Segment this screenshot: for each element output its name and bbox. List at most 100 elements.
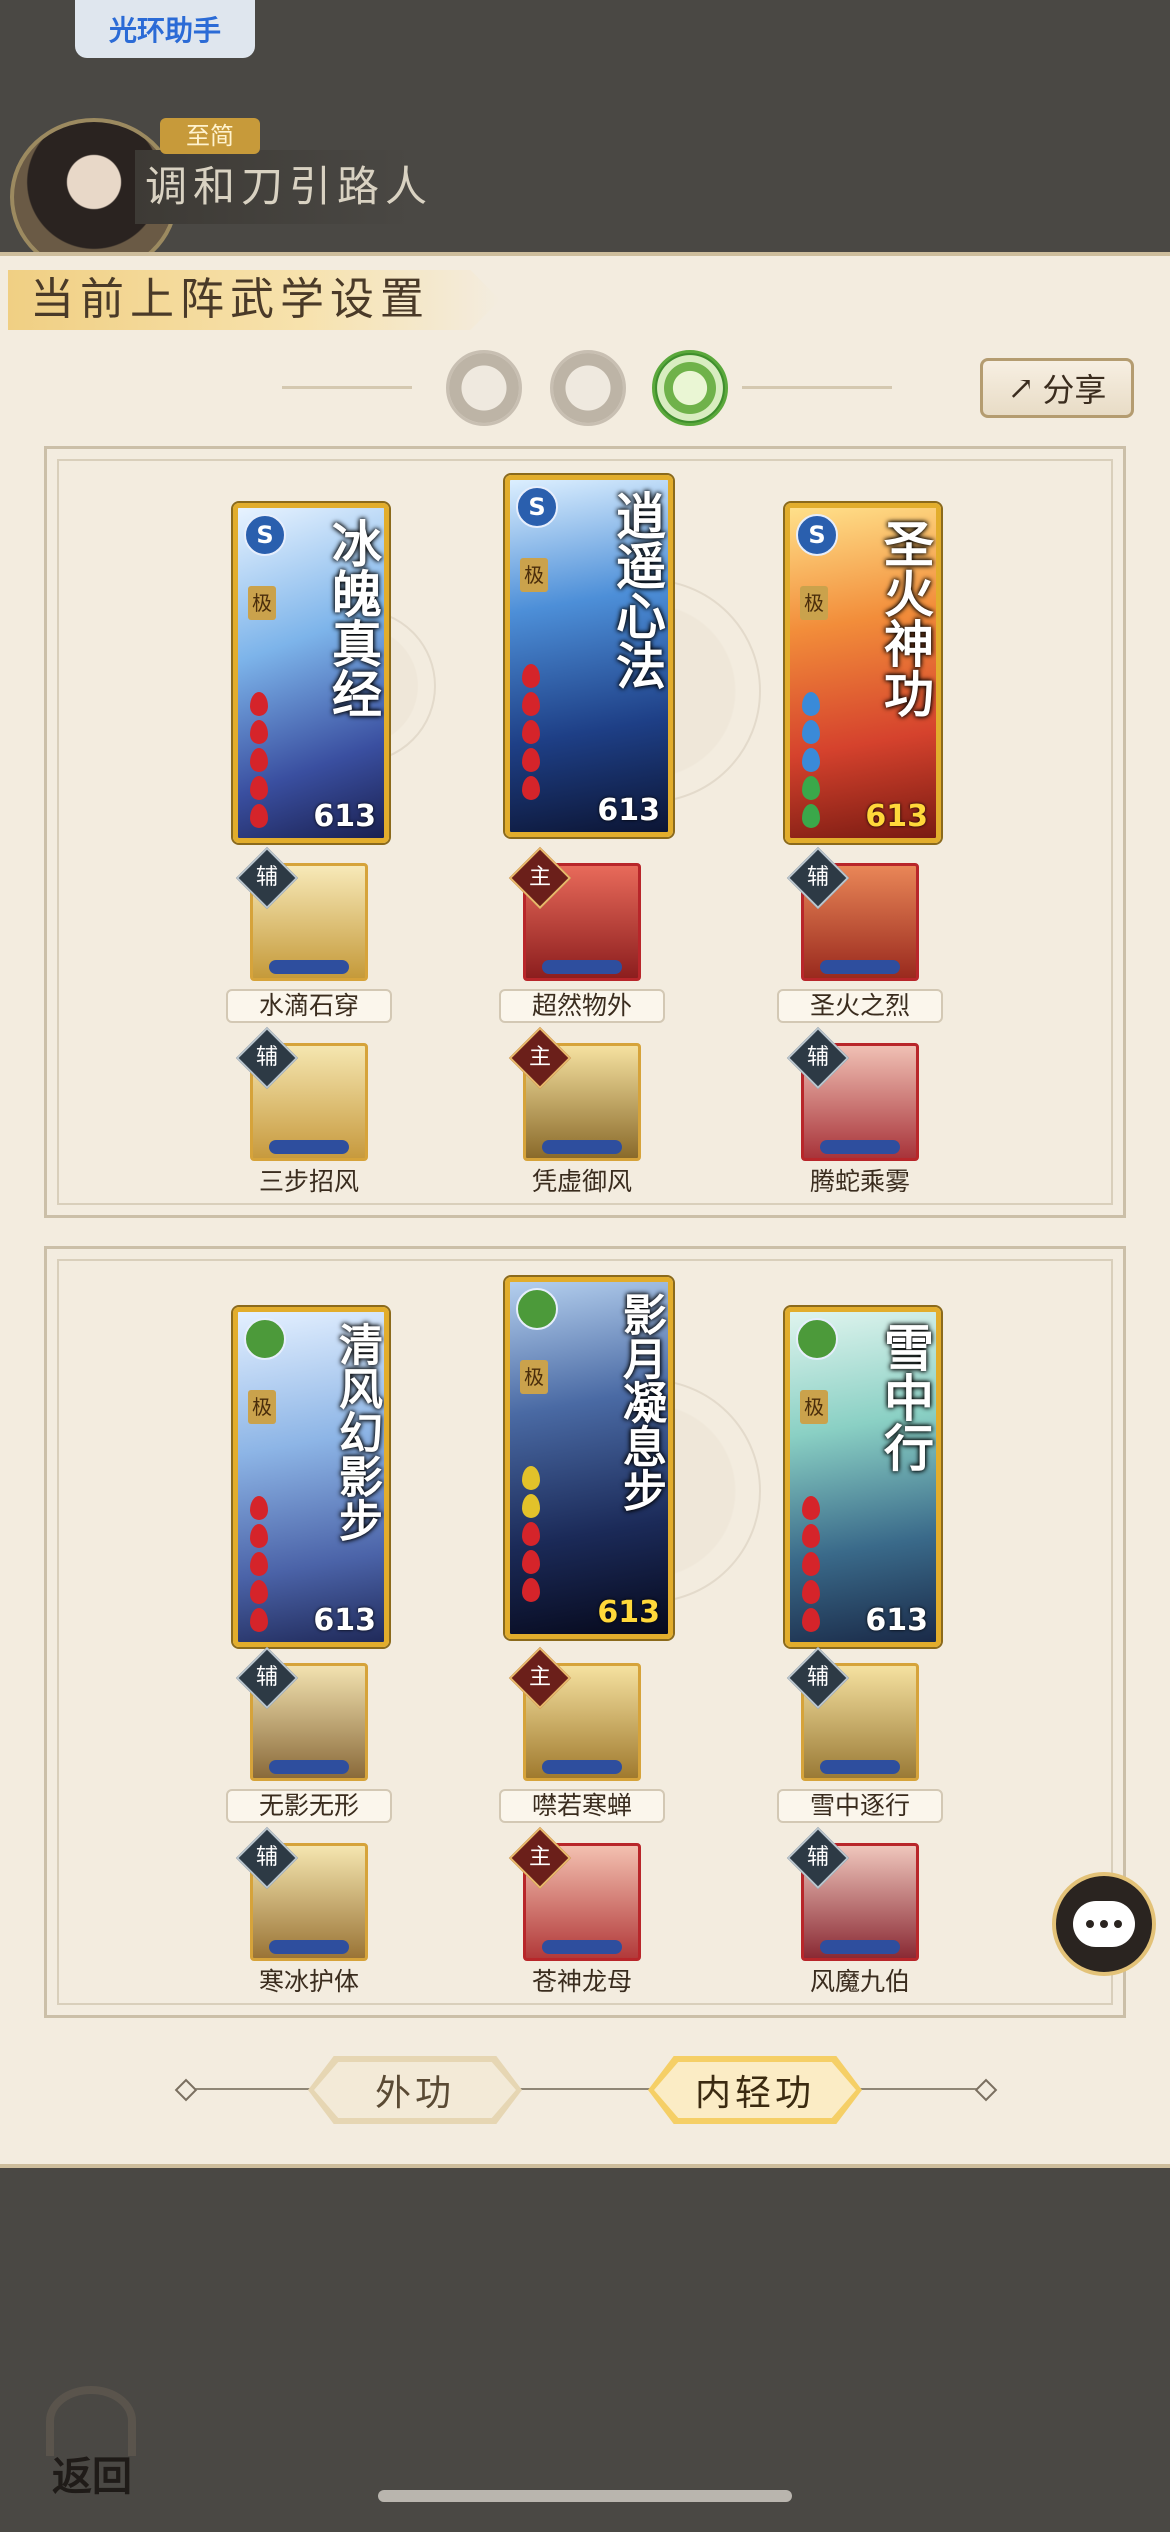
- skill-slot[interactable]: 辅: [235, 1026, 368, 1161]
- skill-label: 风魔九伯: [809, 1967, 910, 1996]
- support-tag: 辅: [786, 1826, 850, 1890]
- grade-badge: 极: [248, 586, 276, 620]
- grade-badge: 极: [520, 558, 548, 592]
- card-level: 613: [865, 1603, 928, 1638]
- martial-arts-panel: 当前上阵武学设置 ↗ 分享 S 极 冰魄真经 613 S 极 逍遥心法 613: [0, 252, 1170, 2168]
- tab-label: 外功: [374, 2073, 455, 2114]
- divider: [282, 386, 412, 389]
- skill-label: 噤若寒蝉: [499, 1789, 665, 1823]
- level-pips: [820, 960, 900, 974]
- skill-label: 凭虚御风: [531, 1167, 632, 1196]
- school-badge: S: [796, 514, 838, 556]
- skill-slot[interactable]: 辅: [786, 1646, 919, 1781]
- grade-badge: 极: [248, 1390, 276, 1424]
- skill-card[interactable]: S 极 圣火神功 613: [785, 503, 941, 843]
- skill-card[interactable]: S 极 冰魄真经 613: [233, 503, 389, 843]
- level-pips: [820, 1760, 900, 1774]
- level-pips: [269, 1760, 349, 1774]
- share-label: 分享: [1042, 371, 1107, 409]
- level-pips: [542, 960, 622, 974]
- main-tag: 主: [508, 1646, 572, 1710]
- share-icon: ↗: [1007, 369, 1035, 407]
- card-name: 圣火神功: [876, 518, 935, 718]
- player-name: 调和刀引路人: [135, 150, 535, 224]
- level-pips: [542, 1940, 622, 1954]
- skill-card[interactable]: S 极 逍遥心法 613: [505, 475, 673, 837]
- card-level: 613: [313, 1603, 376, 1638]
- tab-label: 内轻功: [694, 2073, 815, 2114]
- card-level: 613: [313, 799, 376, 834]
- skill-card[interactable]: 极 清风幻影步 613: [233, 1307, 389, 1647]
- skill-slot[interactable]: 辅: [786, 1826, 919, 1961]
- card-name: 雪中行: [876, 1322, 935, 1472]
- divider: [184, 2088, 988, 2090]
- rank-badge: 至简: [160, 118, 260, 154]
- chat-button[interactable]: [1052, 1872, 1156, 1976]
- element-drops: [802, 1492, 862, 1636]
- element-drops: [802, 688, 862, 832]
- skill-label: 苍神龙母: [531, 1967, 632, 1996]
- skill-label: 圣火之烈: [777, 989, 943, 1023]
- sun-icon[interactable]: [550, 350, 626, 426]
- skill-slot[interactable]: 辅: [235, 846, 368, 981]
- skill-card[interactable]: 极 影月凝息步 613: [505, 1277, 673, 1639]
- card-level: 613: [865, 799, 928, 834]
- level-pips: [542, 1760, 622, 1774]
- home-indicator[interactable]: [378, 2490, 792, 2502]
- card-level: 613: [597, 793, 660, 828]
- card-name: 清风幻影步: [331, 1322, 382, 1542]
- panel-title: 当前上阵武学设置: [8, 270, 500, 330]
- school-badge: S: [516, 486, 558, 528]
- main-tag: 主: [508, 1026, 572, 1090]
- school-badge: [796, 1318, 838, 1360]
- support-tag: 辅: [235, 1826, 299, 1890]
- support-tag: 辅: [786, 1646, 850, 1710]
- skill-card[interactable]: 极 雪中行 613: [785, 1307, 941, 1647]
- jade-icon[interactable]: [652, 350, 728, 426]
- skill-slot[interactable]: 辅: [786, 1026, 919, 1161]
- element-drops: [522, 660, 582, 804]
- level-pips: [269, 960, 349, 974]
- divider: [742, 386, 892, 389]
- school-badge: [244, 1318, 286, 1360]
- tab-external-arts[interactable]: 外功: [308, 2056, 522, 2124]
- element-drops: [250, 688, 310, 832]
- level-pips: [542, 1140, 622, 1154]
- share-button[interactable]: ↗ 分享: [980, 358, 1134, 418]
- skill-label: 无影无形: [226, 1789, 392, 1823]
- tab-internal-arts[interactable]: 内轻功: [648, 2056, 862, 2124]
- back-button[interactable]: 返回: [32, 2382, 152, 2502]
- school-badge: [516, 1288, 558, 1330]
- skill-slot[interactable]: 辅: [786, 846, 919, 981]
- card-level: 613: [597, 1595, 660, 1630]
- skill-slot[interactable]: 辅: [235, 1646, 368, 1781]
- support-tag: 辅: [786, 1026, 850, 1090]
- main-tag: 主: [508, 1826, 572, 1890]
- moon-icon[interactable]: [446, 350, 522, 426]
- skill-label: 超然物外: [499, 989, 665, 1023]
- section-movement-arts: 极 清风幻影步 613 极 影月凝息步 613 极 雪中行 613 辅 无影无形: [44, 1246, 1126, 2018]
- skill-slot[interactable]: 主: [508, 1026, 641, 1161]
- support-tag: 辅: [235, 846, 299, 910]
- skill-slot[interactable]: 辅: [235, 1826, 368, 1961]
- card-name: 逍遥心法: [608, 490, 667, 690]
- skill-label: 雪中逐行: [777, 1789, 943, 1823]
- card-name: 冰魄真经: [324, 518, 383, 718]
- element-drops: [522, 1462, 582, 1606]
- halo-assistant-button[interactable]: 光环助手: [75, 0, 255, 58]
- skill-slot[interactable]: 主: [508, 1826, 641, 1961]
- chat-icon: [1073, 1901, 1135, 1947]
- section-internal-arts: S 极 冰魄真经 613 S 极 逍遥心法 613 S 极 圣火神功 613 辅: [44, 446, 1126, 1218]
- element-drops: [250, 1492, 310, 1636]
- skill-label: 水滴石穿: [226, 989, 392, 1023]
- skill-slot[interactable]: 主: [508, 1646, 641, 1781]
- grade-badge: 极: [520, 1360, 548, 1394]
- grade-badge: 极: [800, 1390, 828, 1424]
- support-tag: 辅: [786, 846, 850, 910]
- skill-label: 寒冰护体: [258, 1967, 359, 1996]
- card-name: 影月凝息步: [615, 1292, 666, 1512]
- skill-slot[interactable]: 主: [508, 846, 641, 981]
- level-pips: [269, 1140, 349, 1154]
- level-pips: [820, 1140, 900, 1154]
- support-tag: 辅: [235, 1646, 299, 1710]
